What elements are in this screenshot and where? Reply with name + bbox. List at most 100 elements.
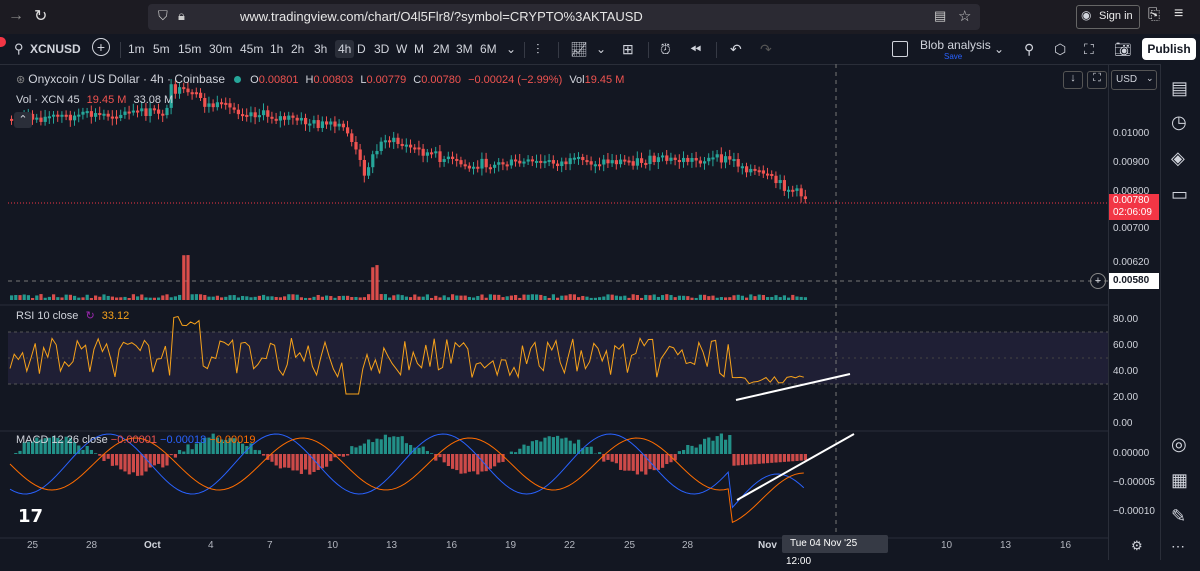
add-symbol-icon[interactable]: + xyxy=(92,38,110,56)
currency-select[interactable]: USD ⌄ xyxy=(1111,70,1157,90)
macd-histogram-bar xyxy=(569,441,572,454)
volume-bar xyxy=(27,295,30,300)
price-axis[interactable]: ↓ ⛶ USD ⌄ 0.01000 0.00900 0.00800 0.0070… xyxy=(1108,64,1161,560)
interval-3h[interactable]: 3h xyxy=(314,40,327,58)
shield-icon[interactable]: ⛉ xyxy=(158,8,168,24)
calendar-icon[interactable]: ▦ xyxy=(1171,470,1191,490)
volume-bar xyxy=(686,296,689,300)
indicators-icon[interactable]: 📈︎ xyxy=(570,40,588,58)
collapse-legend-icon[interactable]: ⌃ xyxy=(14,112,32,128)
volume-bar xyxy=(690,298,693,300)
lock-icon[interactable]: 🔒︎ xyxy=(178,8,185,24)
menu-icon[interactable]: ≡ xyxy=(1174,5,1183,23)
interval-15m[interactable]: 15m xyxy=(178,40,201,58)
macd-legend-v1: −0.00001 xyxy=(111,434,157,446)
url-text[interactable]: www.tradingview.com/chart/O4l5Flr8/?symb… xyxy=(240,9,643,24)
snapshot-icon[interactable]: 📷︎ xyxy=(1114,40,1132,58)
volume-bar xyxy=(711,296,714,300)
candle-body xyxy=(60,115,63,117)
candle-body xyxy=(648,156,651,164)
more-icon[interactable]: ⋯ xyxy=(1171,538,1191,558)
fullscreen-icon[interactable]: ⛶ xyxy=(1084,40,1094,58)
chat-icon[interactable]: ▭ xyxy=(1171,184,1191,204)
publish-button[interactable]: Publish xyxy=(1142,38,1196,60)
macd-histogram-bar xyxy=(287,454,290,468)
high-value: 0.00803 xyxy=(314,74,354,86)
candles-icon[interactable]: ⫶ xyxy=(536,40,540,58)
volume-bar xyxy=(94,296,97,300)
rsi-legend-label: RSI 10 close xyxy=(16,310,78,322)
macd-histogram-bar xyxy=(758,454,761,464)
indicators-dropdown-icon[interactable]: ⌄ xyxy=(596,40,606,58)
layers-icon[interactable]: ◈ xyxy=(1171,148,1191,168)
redo-icon[interactable]: ↷ xyxy=(760,40,772,58)
macd-histogram-bar xyxy=(749,454,752,464)
volume-bar xyxy=(388,298,391,300)
interval-W[interactable]: W xyxy=(396,40,407,58)
time-label: Nov xyxy=(758,540,777,551)
interval-2h[interactable]: 2h xyxy=(291,40,304,58)
rsi-axis-label: 80.00 xyxy=(1113,314,1138,325)
candle-body xyxy=(384,140,387,142)
interval-30m[interactable]: 30m xyxy=(209,40,232,58)
interval-2M[interactable]: 2M xyxy=(433,40,450,58)
auto-scale-icon[interactable]: ⛶ xyxy=(1087,71,1107,89)
alert-icon[interactable]: ⏰︎ xyxy=(660,40,671,58)
macd-histogram-bar xyxy=(724,440,727,454)
chart-canvas[interactable] xyxy=(0,64,1108,560)
add-price-line-icon[interactable]: + xyxy=(1090,273,1106,289)
layout-checkbox[interactable] xyxy=(892,41,908,57)
alerts-clock-icon[interactable]: ◷ xyxy=(1171,112,1191,132)
interval-6M[interactable]: 6M xyxy=(480,40,497,58)
interval-3M[interactable]: 3M xyxy=(456,40,473,58)
candle-body xyxy=(359,149,362,160)
candle-body xyxy=(430,152,433,154)
candle-body xyxy=(758,170,761,172)
reader-icon[interactable]: ▤ xyxy=(934,8,946,24)
scroll-down-icon[interactable]: ↓ xyxy=(1063,71,1083,89)
volume-bar xyxy=(602,297,605,300)
interval-dropdown-icon[interactable]: ⌄ xyxy=(506,40,516,58)
interval-1m[interactable]: 1m xyxy=(128,40,145,58)
signals-icon[interactable]: ◎ xyxy=(1171,434,1191,454)
interval-1h[interactable]: 1h xyxy=(270,40,283,58)
macd-histogram-bar xyxy=(90,450,93,454)
candle-body xyxy=(501,162,504,164)
reload-icon[interactable]: ↻ xyxy=(34,6,47,26)
axis-settings-icon[interactable]: ⚙ xyxy=(1131,538,1143,554)
address-bar[interactable]: ⛉ 🔒︎ www.tradingview.com/chart/O4l5Flr8/… xyxy=(148,4,980,30)
volume-bar xyxy=(606,294,609,300)
layout-dropdown-icon[interactable]: ⌄ xyxy=(994,40,1004,58)
volume-bar xyxy=(615,296,618,300)
tradingview-logo[interactable]: 17 xyxy=(18,506,43,527)
undo-icon[interactable]: ↶ xyxy=(730,40,742,58)
extensions-icon[interactable]: ⎘ xyxy=(1148,6,1160,23)
interval-4h[interactable]: 4h xyxy=(335,40,354,58)
interval-3D[interactable]: 3D xyxy=(374,40,389,58)
macd-histogram-bar xyxy=(753,454,756,464)
chart-toolbar: ⚲ XCNUSD + 1m 5m 15m 30m 45m 1h 2h 3h 4hD 3D WM 2M 3… xyxy=(0,34,1200,65)
interval-D[interactable]: D xyxy=(357,40,366,58)
interval-M[interactable]: M xyxy=(414,40,424,58)
interval-45m[interactable]: 45m xyxy=(240,40,263,58)
crosshair-time-badge: Tue 04 Nov '25 12:00 xyxy=(782,535,888,553)
macd-histogram-bar xyxy=(86,446,89,454)
watchlist-icon[interactable]: ▤ xyxy=(1171,78,1191,98)
bookmark-star-icon[interactable]: ☆ xyxy=(958,7,971,25)
replay-icon[interactable]: ⏪︎ xyxy=(690,40,701,58)
symbol-search-icon[interactable]: ⚲ xyxy=(14,40,24,58)
candle-body xyxy=(77,115,80,117)
quick-search-icon[interactable]: ⚲ xyxy=(1024,40,1034,58)
candle-body xyxy=(661,155,664,157)
notes-icon[interactable]: ✎ xyxy=(1171,506,1191,526)
candle-body xyxy=(132,111,135,113)
volume-bar xyxy=(123,297,126,300)
settings-icon[interactable]: ⬡ xyxy=(1054,40,1066,58)
interval-5m[interactable]: 5m xyxy=(153,40,170,58)
symbol-name[interactable]: XCNUSD xyxy=(30,40,81,58)
templates-icon[interactable]: ⊞ xyxy=(622,40,634,58)
sign-in-button[interactable]: ◉ Sign in xyxy=(1076,5,1140,29)
volume-bar xyxy=(716,298,719,300)
back-icon[interactable]: → xyxy=(8,7,24,25)
candle-body xyxy=(350,133,353,142)
